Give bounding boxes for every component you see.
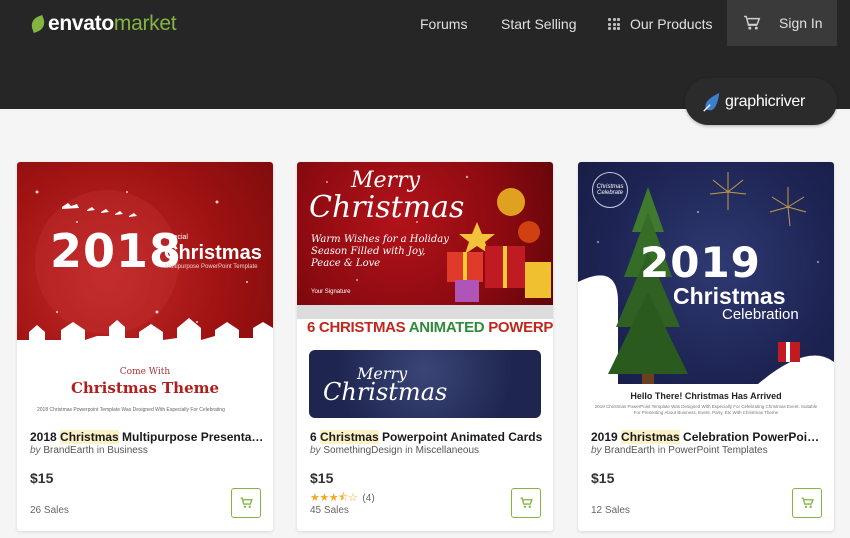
thumb-caption: 2019 Christmas PowerPoint Template Was D… [594, 404, 818, 415]
product-price: $15 [310, 470, 334, 486]
thumb-wishes: Warm Wishes for a Holiday Season Filled … [311, 234, 449, 269]
product-byline: by SomethingDesign in Miscellaneous [310, 445, 480, 456]
thumb-subheading: Celebration [722, 306, 799, 323]
grid-icon [608, 18, 620, 30]
product-card: Christmas Celebrate 2019 Christmas Celeb… [578, 162, 834, 531]
product-thumbnail[interactable]: Merry Christmas Warm Wishes for a Holida… [297, 162, 553, 418]
add-to-cart-button[interactable] [792, 488, 822, 518]
thumb-heading: Christmas [164, 242, 262, 264]
product-sales: 26 Sales [30, 505, 69, 516]
thumb-theme: Christmas Theme [70, 379, 220, 397]
cart-icon [240, 497, 253, 508]
envato-market-logo[interactable]: envato market [29, 12, 177, 36]
thumb-year: 2019 [640, 238, 761, 287]
author-link[interactable]: BrandEarth [43, 445, 94, 456]
nav-start-selling[interactable]: Start Selling [501, 0, 576, 48]
category-link[interactable]: Business [107, 445, 148, 456]
category-link[interactable]: PowerPoint Templates [668, 445, 767, 456]
graphicriver-drop-icon [703, 92, 720, 112]
product-price: $15 [30, 470, 54, 486]
product-title[interactable]: 2019 Christmas Celebration PowerPoint T.… [591, 430, 825, 444]
product-thumbnail[interactable]: 2018 Special Christmas Multipurpose Powe… [17, 162, 273, 418]
star-icon: ⯪ [338, 492, 349, 504]
thumb-christmas: Christmas [309, 190, 465, 225]
cart-icon [801, 497, 814, 508]
product-sales: 12 Sales [591, 505, 630, 516]
graphicriver-label: graphicriver [725, 92, 805, 110]
category-link[interactable]: Miscellaneous [416, 445, 479, 456]
thumb-special-label: Special [165, 234, 188, 241]
product-price: $15 [591, 470, 615, 486]
thumb-subheading: Multipurpose PowerPoint Template [165, 264, 258, 270]
nav-our-products-label: Our Products [630, 16, 713, 32]
thumb-signature: Your Signature [311, 289, 351, 295]
sign-in-link[interactable]: Sign In [779, 15, 823, 31]
thumb-banner: 6 CHRISTMAS ANIMATED POWERPOINT CARDS [307, 319, 553, 336]
logo-text-market: market [113, 12, 177, 35]
nav-forums[interactable]: Forums [420, 0, 467, 48]
product-card: Merry Christmas Warm Wishes for a Holida… [297, 162, 553, 531]
product-card: 2018 Special Christmas Multipurpose Powe… [17, 162, 273, 531]
add-to-cart-button[interactable] [231, 488, 261, 518]
add-to-cart-button[interactable] [511, 488, 541, 518]
thumb-come-with: Come With [119, 367, 171, 377]
product-byline: by BrandEarth in Business [30, 445, 148, 456]
product-sales: 45 Sales [310, 505, 349, 516]
author-link[interactable]: SomethingDesign [323, 445, 402, 456]
star-icon: ★ [310, 492, 320, 504]
star-icon: ★ [328, 492, 339, 504]
star-icon: ★ [319, 492, 329, 504]
cart-icon[interactable] [743, 15, 761, 31]
rating-count: (4) [362, 493, 375, 504]
cart-signin-area[interactable]: Sign In [727, 0, 837, 46]
star-icon: ☆ [348, 492, 358, 504]
product-title[interactable]: 6 Christmas Powerpoint Animated Cards [310, 430, 544, 444]
author-link[interactable]: BrandEarth [604, 445, 655, 456]
graphicriver-badge[interactable]: graphicriver [685, 78, 837, 125]
product-thumbnail[interactable]: Christmas Celebrate 2019 Christmas Celeb… [578, 162, 834, 418]
cart-icon [520, 497, 533, 508]
thumb-christmas-2: Christmas [323, 378, 448, 406]
leaf-icon [29, 15, 47, 33]
nav-our-products[interactable]: Our Products [608, 0, 712, 48]
thumb-badge: Christmas Celebrate [592, 172, 628, 208]
thumb-caption: 2018 Christmas Powerpoint Template Was D… [37, 407, 225, 413]
thumb-hello: Hello There! Christmas Has Arrived [630, 391, 782, 401]
thumb-year: 2018 [50, 224, 183, 278]
product-title[interactable]: 2018 Christmas Multipurpose Presentatio.… [30, 430, 264, 444]
logo-text-envato: envato [48, 12, 114, 35]
product-byline: by BrandEarth in PowerPoint Templates [591, 445, 768, 456]
